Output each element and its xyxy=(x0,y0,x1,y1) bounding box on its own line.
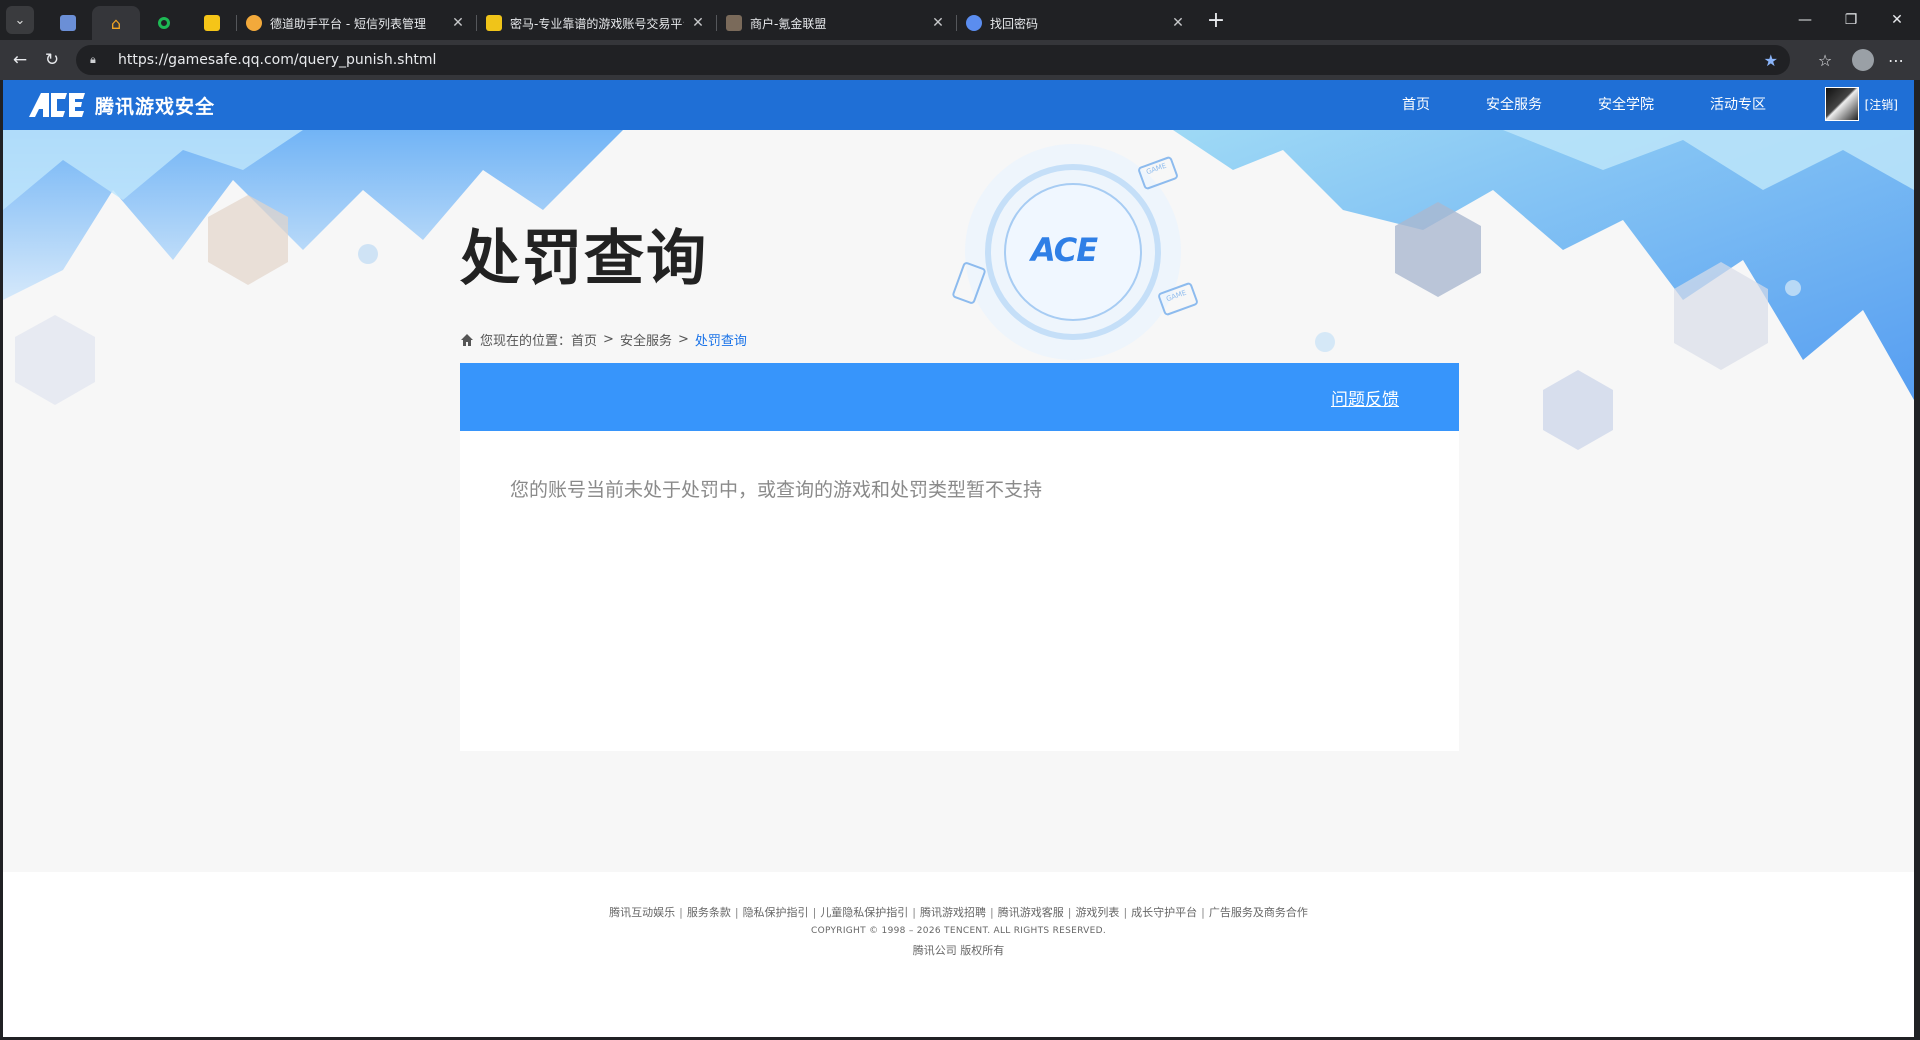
address-bar[interactable]: 🔒︎ https://gamesafe.qq.com/query_punish.… xyxy=(76,45,1790,75)
window-controls: — ❐ ✕ xyxy=(1782,0,1920,40)
close-icon[interactable]: ✕ xyxy=(690,15,706,31)
browser-tab[interactable]: 德道助手平台 - 短信列表管理 ✕ xyxy=(236,6,476,40)
favicon-icon xyxy=(726,15,742,31)
nav-security-services[interactable]: 安全服务 xyxy=(1458,80,1570,130)
close-icon[interactable]: ✕ xyxy=(1170,15,1186,31)
site-header: 腾讯游戏安全 首页 安全服务 安全学院 活动专区 [注销] xyxy=(3,80,1914,130)
footer-link[interactable]: 腾讯游戏招聘 xyxy=(920,906,986,919)
profile-avatar[interactable] xyxy=(1852,49,1874,71)
tab-title: 德道助手平台 - 短信列表管理 xyxy=(270,16,426,31)
footer-separator: | xyxy=(812,906,817,919)
favicon-icon xyxy=(158,17,170,29)
card-header: 问题反馈 xyxy=(460,363,1459,431)
breadcrumb-home[interactable]: 首页 xyxy=(571,330,597,349)
breadcrumb-security-services[interactable]: 安全服务 xyxy=(620,330,672,349)
footer-link[interactable]: 儿童隐私保护指引 xyxy=(820,906,908,919)
browser-toolbar: ← ↻ 🔒︎ https://gamesafe.qq.com/query_pun… xyxy=(0,40,1920,80)
site-footer: 腾讯互动娱乐 | 服务条款 | 隐私保护指引 | 儿童隐私保护指引 | 腾讯游戏招聘 | 腾讯游戏客… xyxy=(3,872,1914,1037)
footer-link[interactable]: 成长守护平台 xyxy=(1131,906,1197,919)
hero-ace-badge: ACE xyxy=(1031,231,1098,269)
footer-separator: | xyxy=(1201,906,1205,919)
favicon-icon xyxy=(60,15,76,31)
page-viewport: ACE GAME GAME 腾讯游戏安全 首页 安全服务 安全学院 活动专区 [… xyxy=(3,80,1914,1037)
minimize-icon[interactable]: — xyxy=(1782,0,1828,40)
reload-icon: ↻ xyxy=(44,50,60,70)
new-tab-button[interactable]: + xyxy=(1202,8,1230,36)
breadcrumb-separator: > xyxy=(677,332,689,347)
logout-link[interactable]: [注销] xyxy=(1865,96,1898,113)
tab-title: 密马-专业靠谱的游戏账号交易平台 xyxy=(510,16,684,31)
footer-link[interactable]: 游戏列表 xyxy=(1075,906,1119,919)
arrow-left-icon: ← xyxy=(12,50,28,70)
reload-button[interactable]: ↻ xyxy=(36,44,68,76)
nav-home[interactable]: 首页 xyxy=(1374,80,1458,130)
favicon-icon xyxy=(204,15,220,31)
company-rights: 腾讯公司 版权所有 xyxy=(912,944,1005,957)
more-menu-icon[interactable]: ⋯ xyxy=(1880,44,1912,76)
footer-separator: | xyxy=(1067,906,1072,919)
tab-title: 商户-氪金联盟 xyxy=(750,16,827,31)
copyright: COPYRIGHT © 1998 – 2026 TENCENT. ALL RIG… xyxy=(810,926,1107,936)
browser-tab[interactable]: 找回密码 ✕ xyxy=(956,6,1196,40)
breadcrumb-current: 处罚查询 xyxy=(694,334,747,349)
ace-logo-icon xyxy=(29,93,85,117)
main-nav: 首页 安全服务 安全学院 活动专区 xyxy=(1374,80,1794,130)
browser-tab-bar: ⌄ ⌂ 德道助手平台 - 短信列表管理 ✕ 密马-专业靠谱的游戏账号交易平台 ✕… xyxy=(0,0,1920,40)
result-message: 您的账号当前未处于处罚中，或查询的游戏和处罚类型暂不支持 xyxy=(510,479,1043,501)
user-area: [注销] xyxy=(1824,87,1898,121)
logo-text: 腾讯游戏安全 xyxy=(95,95,216,118)
nav-events[interactable]: 活动专区 xyxy=(1682,80,1794,130)
footer-separator: | xyxy=(912,906,916,919)
footer-separator: | xyxy=(1123,906,1128,919)
breadcrumb-prefix: 您现在的位置： xyxy=(480,334,572,349)
restore-icon[interactable]: ❐ xyxy=(1828,0,1874,40)
close-window-icon[interactable]: ✕ xyxy=(1874,0,1920,40)
feedback-link[interactable]: 问题反馈 xyxy=(1331,385,1399,410)
pinned-tab-4[interactable] xyxy=(188,6,236,40)
close-icon[interactable]: ✕ xyxy=(450,15,466,31)
footer-separator: | xyxy=(990,906,994,919)
close-icon[interactable]: ✕ xyxy=(930,15,946,31)
breadcrumb: 您现在的位置： 首页 > 安全服务 > 处罚查询 xyxy=(460,330,747,349)
favicon-icon: ⌂ xyxy=(110,13,122,33)
favicon-icon xyxy=(246,15,262,31)
footer-link[interactable]: 隐私保护指引 xyxy=(743,906,809,919)
footer-separator: | xyxy=(734,906,739,919)
site-info-icon[interactable]: 🔒︎ xyxy=(90,53,108,67)
breadcrumb-separator: > xyxy=(603,332,614,347)
chevron-down-icon: ⌄ xyxy=(14,12,26,28)
user-avatar[interactable] xyxy=(1824,87,1859,121)
site-logo[interactable]: 腾讯游戏安全 xyxy=(27,90,215,120)
footer-link[interactable]: 腾讯互动娱乐 xyxy=(609,906,675,919)
toolbar-right: ☆ ⋯ xyxy=(1809,44,1912,76)
tab-search-button[interactable]: ⌄ xyxy=(6,6,34,34)
browser-tab[interactable]: 密马-专业靠谱的游戏账号交易平台 ✕ xyxy=(476,6,716,40)
browser-tab[interactable]: 商户-氪金联盟 ✕ xyxy=(716,6,956,40)
pinned-tab-2[interactable]: ⌂ xyxy=(92,6,140,40)
result-card: 问题反馈 您的账号当前未处于处罚中，或查询的游戏和处罚类型暂不支持 xyxy=(460,363,1459,751)
back-button[interactable]: ← xyxy=(4,44,36,76)
footer-links: 腾讯互动娱乐 | 服务条款 | 隐私保护指引 | 儿童隐私保护指引 | 腾讯游戏招聘 | 腾讯游戏客… xyxy=(3,904,1914,920)
favicon-icon xyxy=(486,15,502,31)
tab-title: 找回密码 xyxy=(990,16,1039,31)
bookmark-star-icon[interactable]: ★ xyxy=(1764,51,1778,70)
footer-link[interactable]: 腾讯游戏客服 xyxy=(998,906,1064,919)
page-title: 处罚查询 xyxy=(460,224,708,294)
nav-security-academy[interactable]: 安全学院 xyxy=(1570,80,1682,130)
pinned-tab-1[interactable] xyxy=(44,6,92,40)
url-text: https://gamesafe.qq.com/query_punish.sht… xyxy=(118,52,437,68)
footer-separator: | xyxy=(679,906,683,919)
favicon-icon xyxy=(966,15,982,31)
home-icon xyxy=(461,333,473,346)
favorites-icon[interactable]: ☆ xyxy=(1809,44,1841,76)
footer-link[interactable]: 服务条款 xyxy=(687,906,731,919)
footer-link[interactable]: 广告服务及商务合作 xyxy=(1209,906,1308,919)
pinned-tab-3[interactable] xyxy=(140,6,188,40)
